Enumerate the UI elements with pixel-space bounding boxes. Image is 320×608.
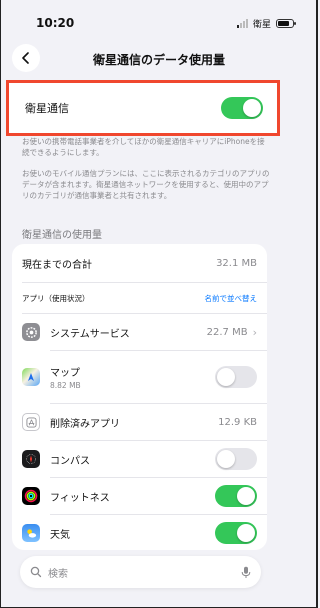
usage-card: 現在までの合計 32.1 MB アプリ（使用状況） 名前で並べ替え システムサー… xyxy=(12,244,267,550)
app-name: コンパス xyxy=(50,455,90,467)
search-placeholder: 検索 xyxy=(48,568,68,580)
total-row: 現在までの合計 32.1 MB xyxy=(12,244,267,282)
satellite-toggle-highlight: 衛星通信 xyxy=(6,80,280,136)
apps-header-row: アプリ（使用状況） 名前で並べ替え xyxy=(12,283,267,313)
total-value: 32.1 MB xyxy=(216,257,257,269)
app-usage-value: 22.7 MB xyxy=(206,326,248,338)
app-row-compass: コンパス xyxy=(12,441,267,477)
footnote-carrier: お使いの携帯電話事業者を介してほかの衛星通信キャリアにiPhoneを接続できるよ… xyxy=(22,137,265,157)
maps-icon xyxy=(22,368,40,386)
page-title: 衛星通信のデータ使用量 xyxy=(92,53,225,67)
battery-icon xyxy=(276,18,296,28)
app-row-deleted-apps: 削除済みアプリ 12.9 KB xyxy=(12,404,267,440)
search-icon xyxy=(30,566,42,578)
weather-icon xyxy=(22,524,40,542)
maps-toggle[interactable] xyxy=(215,366,257,388)
chevron-right-icon: › xyxy=(252,325,257,339)
app-name: フィットネス xyxy=(50,492,110,504)
weather-toggle[interactable] xyxy=(215,522,257,544)
satellite-toggle-row: 衛星通信 xyxy=(17,89,269,127)
sort-by-name-link[interactable]: 名前で並べ替え xyxy=(205,293,258,304)
apps-label: アプリ（使用状況） xyxy=(22,293,90,303)
total-label: 現在までの合計 xyxy=(22,259,92,271)
fitness-toggle[interactable] xyxy=(215,485,257,507)
search-bar[interactable]: 検索 xyxy=(20,556,261,588)
usage-section-header: 衛星通信の使用量 xyxy=(22,230,102,241)
satellite-toggle-label: 衛星通信 xyxy=(25,102,69,115)
footnote-plan: お使いのモバイル通信プランには、ここに表示されるカテゴリのアプリのデータが含まれ… xyxy=(22,169,270,200)
microphone-icon[interactable] xyxy=(241,566,251,579)
status-indicators: 衛星 xyxy=(236,17,296,30)
gear-icon xyxy=(22,323,40,341)
app-name: システムサービス xyxy=(50,328,130,340)
app-name: 削除済みアプリ xyxy=(50,418,120,430)
app-row-fitness: フィットネス xyxy=(12,478,267,514)
compass-toggle[interactable] xyxy=(215,448,257,470)
app-row-weather: 天気 xyxy=(12,515,267,550)
app-store-placeholder-icon xyxy=(22,413,40,431)
app-row-system-services[interactable]: システムサービス 22.7 MB › xyxy=(12,314,267,350)
app-usage-value: 12.9 KB xyxy=(218,416,257,428)
app-usage-value: 8.82 MB xyxy=(50,381,81,390)
compass-icon xyxy=(22,450,40,468)
fitness-rings-icon xyxy=(22,487,40,505)
app-name: マップ xyxy=(50,368,80,379)
status-bar: 10:20 衛星 xyxy=(36,14,296,32)
app-text: マップ 8.82 MB xyxy=(50,364,81,390)
satellite-toggle-switch[interactable] xyxy=(221,97,263,119)
app-name: 天気 xyxy=(50,529,70,541)
status-time: 10:20 xyxy=(36,16,75,30)
app-row-maps: マップ 8.82 MB xyxy=(12,351,267,403)
carrier-label: 衛星 xyxy=(252,19,271,30)
signal-icon xyxy=(236,18,248,28)
